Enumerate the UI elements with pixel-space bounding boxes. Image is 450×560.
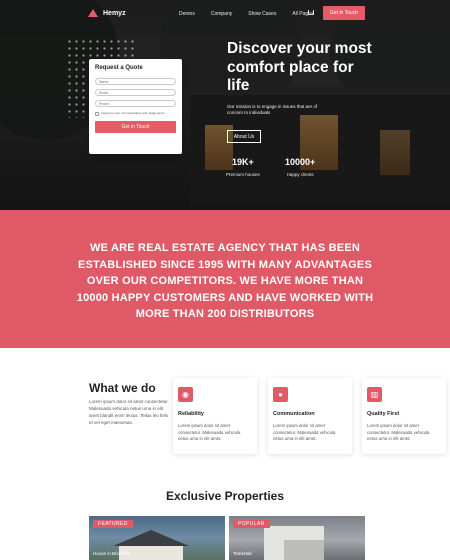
hero-subtext: Our mission is to engage in issues that … [227,104,318,115]
banner-text: WE ARE REAL ESTATE AGENCY THAT HAS BEEN … [76,242,374,320]
property-image [284,540,324,560]
stat-label: Premium houses [226,172,260,177]
nav-item-demos[interactable]: Demos [179,11,195,17]
top-navigation: Hemyz Demos Company Show Cases All Pages… [0,0,450,28]
what-we-do-title: What we do [89,381,156,395]
cart-icon[interactable] [308,10,314,15]
page: Hemyz Demos Company Show Cases All Pages… [0,0,450,560]
featured-badge: FEATURED [93,520,133,528]
exclusive-properties-title: Exclusive Properties [165,489,285,503]
service-card-title: Communication [273,411,315,417]
nav-menu: Demos Company Show Cases All Pages [179,11,329,17]
what-we-do-text: Lorem ipsum dolor sit amet consectetur. … [89,399,169,425]
quote-form: Request a Quote I agree to your communic… [89,59,182,154]
quote-submit-button[interactable]: Get in Touch [95,121,176,133]
service-card-title: Quality First [367,411,400,417]
logo-text: Hemyz [103,9,126,17]
service-card-title: Reliability [178,411,204,417]
camera-icon: ◉ [178,387,193,402]
name-field[interactable] [95,78,176,85]
consent-label: I agree to your communication and usage … [101,111,165,115]
consent-checkbox[interactable] [95,112,99,116]
hero-section: Hemyz Demos Company Show Cases All Pages… [0,0,450,210]
email-field[interactable] [95,89,176,96]
chart-icon: ▥ [367,387,382,402]
quote-form-title: Request a Quote [95,65,143,71]
get-in-touch-button[interactable]: Get in Touch [323,6,365,20]
popular-badge: POPULAR [233,520,270,528]
service-card-reliability: ◉ Reliability Lorem ipsum dolor sit amet… [173,378,257,454]
nav-item-company[interactable]: Company [211,11,232,17]
property-name: House in Brickfield [93,551,131,556]
service-card-text: Lorem ipsum dolor sit amet consectetur. … [178,423,241,441]
property-image [113,530,189,546]
service-card-communication: ● Communication Lorem ipsum dolor sit am… [268,378,352,454]
logo-icon [88,9,99,17]
stat-label: Happy clients [286,172,314,177]
nav-item-show-cases[interactable]: Show Cases [248,11,276,17]
logo[interactable]: Hemyz [88,9,126,17]
chat-icon: ● [273,387,288,402]
phone-field[interactable] [95,100,176,107]
property-card[interactable]: POPULAR TetrisHall [229,516,365,560]
consent-row: I agree to your communication and usage … [95,111,176,116]
stat-value: 19K+ [231,157,254,167]
stat-value: 10000+ [285,157,316,167]
service-card-quality-first: ▥ Quality First Lorem ipsum dolor sit am… [362,378,446,454]
stat-happy-clients: 10000+ Happy clients [285,157,315,177]
property-name: TetrisHall [233,551,252,556]
property-card[interactable]: FEATURED House in Brickfield [89,516,225,560]
service-card-text: Lorem ipsum dolor sit amet consectetur. … [273,423,336,441]
hero-headline: Discover your most comfort place for lif… [227,40,372,94]
service-card-text: Lorem ipsum dolor sit amet consectetur. … [367,423,430,441]
about-us-button[interactable]: About Us [227,130,261,143]
stat-premium-houses: 19K+ Premium houses [226,157,260,177]
about-banner: WE ARE REAL ESTATE AGENCY THAT HAS BEEN … [0,210,450,348]
